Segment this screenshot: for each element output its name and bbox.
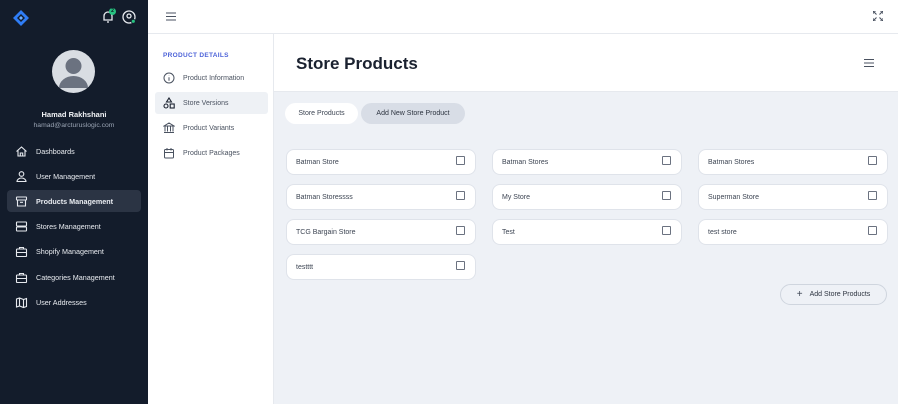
plus-icon: + bbox=[796, 288, 803, 300]
inbox-stack-icon bbox=[15, 220, 28, 232]
calendar-icon bbox=[164, 148, 174, 159]
info-circle-icon bbox=[163, 72, 175, 84]
nav-item-label: User Management bbox=[36, 171, 96, 181]
store-card[interactable]: Batman Stores bbox=[698, 149, 888, 175]
avatar bbox=[52, 50, 95, 93]
store-name: testttt bbox=[296, 263, 314, 271]
store-name: Test bbox=[502, 228, 515, 236]
nav-item-label: User Addresses bbox=[36, 297, 87, 307]
store-checkbox[interactable] bbox=[662, 225, 671, 235]
product-details-heading: PRODUCT DETAILS bbox=[163, 52, 229, 59]
fullscreen-icon[interactable] bbox=[873, 11, 883, 21]
subnav-item-store-versions[interactable]: Store Versions bbox=[155, 92, 268, 114]
page-title: Store Products bbox=[296, 54, 418, 73]
store-checkbox[interactable] bbox=[868, 190, 877, 200]
nav-item-products-management[interactable]: Products Management bbox=[7, 190, 141, 212]
store-name: Batman Store bbox=[296, 158, 339, 166]
nav-item-label: Stores Management bbox=[36, 221, 101, 231]
subnav-item-label: Product Variants bbox=[183, 124, 235, 132]
store-card[interactable]: TCG Bargain Store bbox=[286, 219, 476, 245]
store-card[interactable]: Test bbox=[492, 219, 682, 245]
nav-item-label: Products Management bbox=[36, 196, 114, 206]
subnav-item-product-information[interactable]: Product Information bbox=[155, 67, 268, 89]
store-card[interactable]: My Store bbox=[492, 184, 682, 210]
avatar-icon bbox=[59, 58, 88, 88]
nav-item-label: Shopify Management bbox=[36, 246, 104, 256]
store-checkbox[interactable] bbox=[456, 190, 465, 200]
product-details-panel: PRODUCT DETAILS Product Information Stor… bbox=[148, 34, 274, 404]
hamburger-menu-icon[interactable] bbox=[166, 12, 176, 21]
store-name: test store bbox=[708, 228, 737, 236]
store-card[interactable]: test store bbox=[698, 219, 888, 245]
tab-store-products[interactable]: Store Products bbox=[285, 103, 358, 124]
main-header: Store Products bbox=[274, 34, 898, 92]
store-card[interactable]: Batman Storessss bbox=[286, 184, 476, 210]
store-card[interactable]: testttt bbox=[286, 254, 476, 280]
home-icon bbox=[16, 145, 27, 157]
store-checkbox[interactable] bbox=[662, 190, 671, 200]
store-checkbox[interactable] bbox=[868, 225, 877, 235]
nav-item-shopify-management[interactable]: Shopify Management bbox=[7, 240, 141, 262]
app-logo-icon[interactable] bbox=[12, 9, 30, 27]
nav-item-dashboards[interactable]: Dashboards bbox=[7, 140, 141, 162]
briefcase-icon bbox=[15, 272, 28, 283]
sidebar: 2 Hamad Rakhshani hamad@arcturuslogic.co… bbox=[0, 0, 148, 404]
shapes-icon bbox=[163, 97, 175, 109]
archive-box-icon bbox=[15, 195, 28, 207]
store-checkbox[interactable] bbox=[662, 155, 671, 165]
store-checkbox[interactable] bbox=[456, 225, 465, 235]
top-bar bbox=[148, 0, 898, 34]
store-name: Batman Stores bbox=[708, 158, 755, 166]
nav-item-categories-management[interactable]: Categories Management bbox=[7, 266, 141, 288]
nav-item-stores-management[interactable]: Stores Management bbox=[7, 215, 141, 237]
tab-add-new-store-product[interactable]: Add New Store Product bbox=[361, 103, 465, 124]
nav-item-label: Categories Management bbox=[36, 272, 115, 282]
subnav-item-label: Product Information bbox=[183, 74, 245, 82]
content-area: Store Products Add New Store Product Bat… bbox=[274, 92, 898, 404]
store-card[interactable]: Superman Store bbox=[698, 184, 888, 210]
map-icon bbox=[15, 296, 28, 308]
store-checkbox[interactable] bbox=[456, 260, 465, 270]
add-store-products-button[interactable]: + Add Store Products bbox=[780, 284, 887, 305]
store-name: My Store bbox=[502, 193, 531, 201]
nav-item-label: Dashboards bbox=[36, 146, 75, 156]
add-store-products-label: Add Store Products bbox=[809, 291, 871, 298]
user-email: hamad@arcturuslogic.com bbox=[33, 122, 115, 129]
subnav-item-product-variants[interactable]: Product Variants bbox=[155, 117, 268, 139]
store-name: TCG Bargain Store bbox=[296, 228, 356, 236]
user-name: Hamad Rakhshani bbox=[41, 110, 107, 119]
nav-item-user-addresses[interactable]: User Addresses bbox=[7, 291, 141, 313]
subnav-item-label: Product Packages bbox=[183, 149, 240, 157]
store-name: Batman Storessss bbox=[296, 193, 353, 201]
store-card[interactable]: Batman Stores bbox=[492, 149, 682, 175]
users-icon bbox=[16, 170, 27, 182]
store-name: Superman Store bbox=[708, 193, 759, 201]
store-checkbox[interactable] bbox=[456, 155, 465, 165]
briefcase-icon bbox=[15, 246, 28, 257]
subnav-item-product-packages[interactable]: Product Packages bbox=[155, 142, 268, 164]
options-menu-icon[interactable] bbox=[864, 59, 874, 67]
nav-item-user-management[interactable]: User Management bbox=[7, 165, 141, 187]
notification-badge: 2 bbox=[109, 8, 116, 15]
store-checkbox[interactable] bbox=[868, 155, 877, 165]
user-circle-icon[interactable] bbox=[122, 10, 136, 24]
subnav-item-label: Store Versions bbox=[183, 99, 229, 107]
building-columns-icon bbox=[163, 122, 175, 133]
store-name: Batman Stores bbox=[502, 158, 549, 166]
store-card[interactable]: Batman Store bbox=[286, 149, 476, 175]
